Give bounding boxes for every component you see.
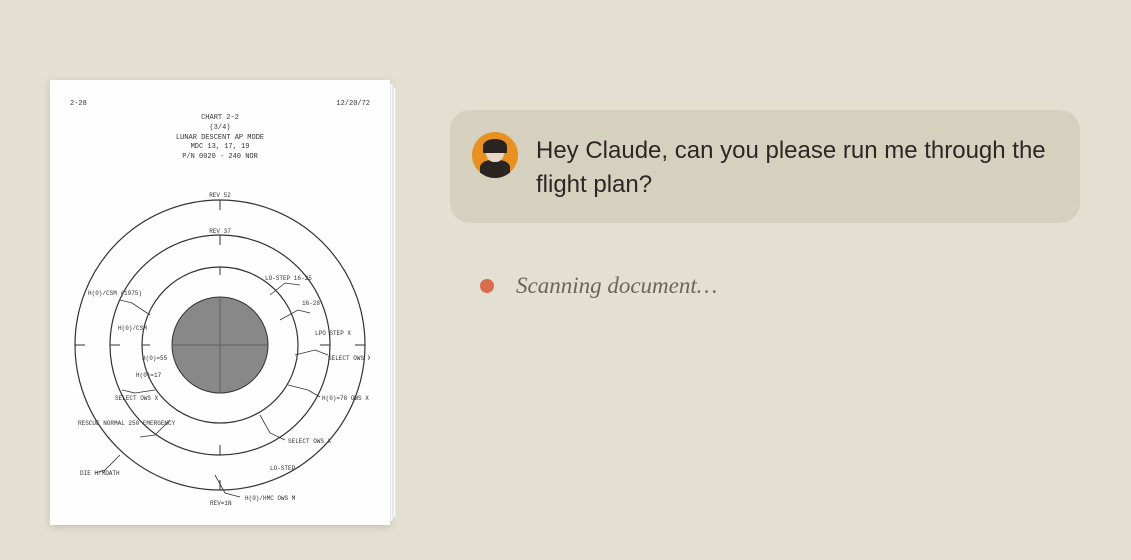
page-stack-edge <box>393 88 396 517</box>
document-preview[interactable]: 2-28 12/20/72 CHART 2-2 (3/4) LUNAR DESC… <box>50 80 390 525</box>
document-title-block: CHART 2-2 (3/4) LUNAR DESCENT AP MODE MD… <box>70 114 370 163</box>
svg-text:REV 37: REV 37 <box>209 228 231 235</box>
svg-text:SELECT OWS X: SELECT OWS X <box>115 395 159 402</box>
avatar-figure <box>480 142 510 178</box>
svg-text:SELECT OWS X: SELECT OWS X <box>288 438 332 445</box>
doc-header-right: 12/20/72 <box>336 100 370 108</box>
svg-text:H(0)=78 OWS X: H(0)=78 OWS X <box>322 395 369 402</box>
doc-title-line: (3/4) <box>70 124 370 134</box>
avatar-hair <box>483 139 507 153</box>
svg-text:16-28: 16-28 <box>302 300 320 307</box>
svg-text:H(0)/CSM: H(0)/CSM <box>118 325 147 332</box>
user-message-bubble: Hey Claude, can you please run me throug… <box>450 110 1080 223</box>
svg-text:LPO STEP X: LPO STEP X <box>315 330 351 337</box>
doc-title-line: P/N 0020 - 240 NOR <box>70 153 370 163</box>
svg-text:RESCUE NORMAL 250 EMERGENCY: RESCUE NORMAL 250 EMERGENCY <box>78 420 176 427</box>
doc-title-line: MDC 13, 17, 19 <box>70 143 370 153</box>
chat-area: Hey Claude, can you please run me throug… <box>450 110 1080 299</box>
user-avatar[interactable] <box>472 132 518 178</box>
svg-text:LO-STEP 16-25: LO-STEP 16-25 <box>265 275 312 282</box>
svg-text:H(0)=17: H(0)=17 <box>136 372 162 379</box>
svg-text:LO-STEP: LO-STEP <box>270 465 296 472</box>
svg-text:DIE H/MDATH: DIE H/MDATH <box>80 470 120 477</box>
doc-header-left: 2-28 <box>70 100 87 108</box>
svg-text:REV=1N: REV=1N <box>210 500 232 507</box>
avatar-head <box>486 142 504 162</box>
loading-indicator-icon <box>480 279 494 293</box>
user-message-text: Hey Claude, can you please run me throug… <box>536 132 1050 201</box>
svg-text:SELECT OWS X: SELECT OWS X <box>328 355 370 362</box>
svg-text:H(0)=55: H(0)=55 <box>142 355 168 362</box>
avatar-body <box>480 160 510 178</box>
status-text: Scanning document… <box>516 273 717 299</box>
svg-text:REV 52: REV 52 <box>209 192 231 199</box>
svg-text:H(0)/CSM (1975): H(0)/CSM (1975) <box>88 290 142 297</box>
svg-text:H(0)/HMC OWS M: H(0)/HMC OWS M <box>245 495 296 502</box>
doc-title-line: CHART 2-2 <box>70 114 370 124</box>
flight-plan-chart: REV 52 REV 37 H(0)/CSM (1975) H(0)/CSM H… <box>70 175 370 515</box>
doc-title-line: LUNAR DESCENT AP MODE <box>70 134 370 144</box>
assistant-status-row: Scanning document… <box>480 273 1080 299</box>
document-header: 2-28 12/20/72 <box>70 100 370 108</box>
